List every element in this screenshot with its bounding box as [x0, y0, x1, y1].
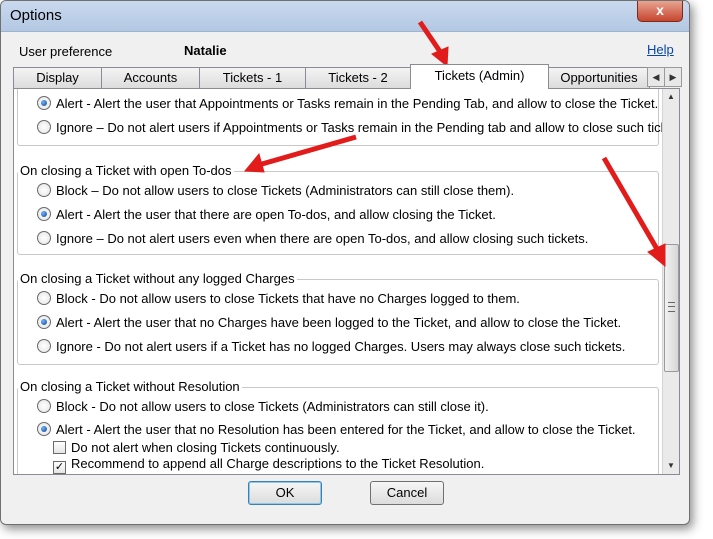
arrow-to-scrollbar: [601, 156, 660, 251]
arrow-to-todos-head: [243, 152, 265, 173]
arrow-to-todos: [261, 134, 357, 167]
tab-tickets-admin[interactable]: Tickets (Admin): [410, 64, 549, 89]
annotation-arrows: [243, 20, 666, 268]
